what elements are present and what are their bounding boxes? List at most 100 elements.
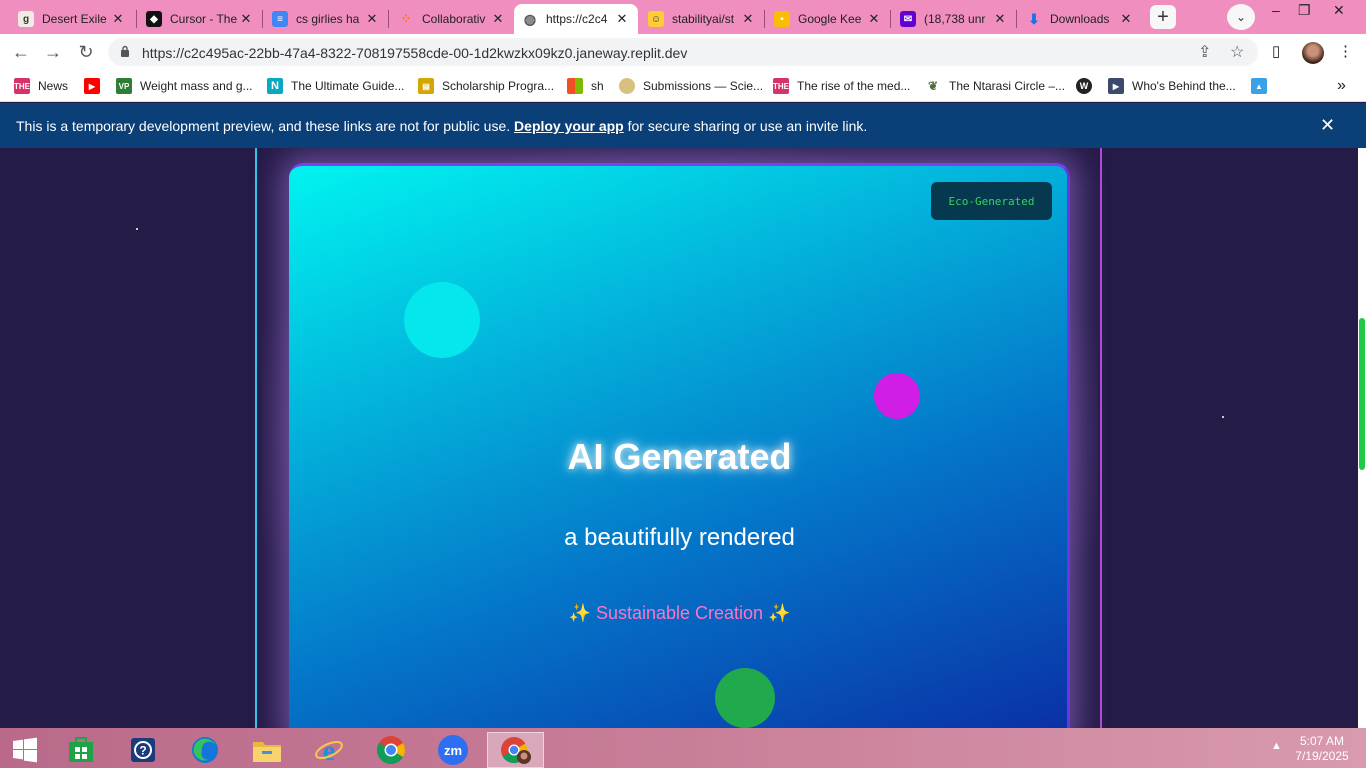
close-tab-icon[interactable]: ✕ bbox=[238, 11, 254, 27]
menu-dots-icon[interactable]: ⋮ bbox=[1338, 42, 1353, 60]
zoom-icon: zm bbox=[438, 735, 468, 765]
banner-message: This is a temporary development preview,… bbox=[16, 118, 511, 134]
bookmark-whos-behind[interactable]: ▶ Who's Behind the... bbox=[1108, 76, 1236, 96]
bookmark-news[interactable]: THE News bbox=[14, 76, 68, 96]
close-window-button[interactable]: ✕ bbox=[1333, 2, 1345, 19]
svg-text:?: ? bbox=[139, 744, 146, 758]
close-tab-icon[interactable]: ✕ bbox=[614, 11, 630, 27]
chrome-profile-button[interactable] bbox=[487, 732, 544, 768]
forward-button[interactable]: → bbox=[40, 40, 66, 64]
bookmark-label: Who's Behind the... bbox=[1132, 79, 1236, 93]
store-icon bbox=[69, 737, 93, 762]
bookmark-star-icon[interactable]: ☆ bbox=[1230, 42, 1244, 62]
close-tab-icon[interactable]: ✕ bbox=[1118, 11, 1134, 27]
close-banner-icon[interactable]: ✕ bbox=[1320, 115, 1335, 136]
tab-search-button[interactable]: ⌄ bbox=[1227, 4, 1255, 30]
bookmark-youtube[interactable]: ▶ bbox=[84, 76, 108, 96]
tab-replit-active[interactable]: ◍ https://c2c4 ✕ bbox=[514, 4, 638, 34]
bookmark-weight-mass[interactable]: VP Weight mass and g... bbox=[116, 76, 253, 96]
ai-generated-card: Eco-Generated AI Generated a beautifully… bbox=[289, 163, 1070, 728]
landscape-icon: ▲ bbox=[1251, 78, 1267, 94]
share-icon[interactable]: ⇪ bbox=[1198, 42, 1211, 62]
clock-time: 5:07 AM bbox=[1299, 734, 1345, 748]
back-button[interactable]: ← bbox=[8, 40, 34, 64]
bookmark-label: Submissions — Scie... bbox=[643, 79, 764, 93]
floating-circle-green bbox=[715, 668, 775, 728]
bookmark-wordpress[interactable]: W bbox=[1076, 76, 1100, 96]
show-hidden-icons-button[interactable]: ▲ bbox=[1271, 740, 1282, 752]
tab-title: stabilityai/st bbox=[672, 12, 735, 26]
tab-title: cs girlies ha bbox=[296, 12, 360, 26]
bookmark-ultimate-guide[interactable]: N The Ultimate Guide... bbox=[267, 76, 404, 96]
taskbar-clock[interactable]: 5:07 AM 7/19/2025 bbox=[1292, 734, 1352, 764]
submissions-icon bbox=[619, 78, 635, 94]
frame-border-right bbox=[1100, 148, 1102, 728]
zoom-button[interactable]: zm bbox=[430, 732, 476, 768]
tab-title: Cursor - The bbox=[170, 12, 238, 26]
tab-title: Google Kee bbox=[798, 12, 862, 26]
close-tab-icon[interactable]: ✕ bbox=[490, 11, 506, 27]
reload-button[interactable]: ↻ bbox=[73, 40, 99, 64]
windows-taskbar: ? e zm ▲ 5:07 AM 7/19/2025 bbox=[0, 728, 1366, 768]
tab-downloads[interactable]: ⬇ Downloads ✕ bbox=[1018, 4, 1142, 34]
address-bar[interactable]: https://c2c495ac-22bb-47a4-8322-70819755… bbox=[108, 38, 1258, 66]
close-tab-icon[interactable]: ✕ bbox=[110, 11, 126, 27]
deploy-app-link[interactable]: Deploy your app bbox=[514, 118, 624, 134]
bookmark-ntarasi[interactable]: ❦ The Ntarasi Circle –... bbox=[925, 76, 1065, 96]
sparkle-icon: ✨ bbox=[768, 603, 791, 623]
more-bookmarks-button[interactable]: » bbox=[1337, 76, 1346, 96]
close-tab-icon[interactable]: ✕ bbox=[992, 11, 1008, 27]
ntarasi-icon: ❦ bbox=[927, 79, 939, 93]
dev-preview-banner: This is a temporary development preview,… bbox=[0, 103, 1366, 148]
page-scrollbar[interactable] bbox=[1358, 148, 1366, 728]
chrome-icon bbox=[377, 736, 405, 764]
bookmark-rise-of-med[interactable]: THE The rise of the med... bbox=[773, 76, 910, 96]
bookmark-submissions[interactable]: Submissions — Scie... bbox=[619, 76, 763, 96]
help-button[interactable]: ? bbox=[120, 732, 166, 768]
windows-start-icon bbox=[13, 737, 37, 763]
goodreads-icon: g bbox=[18, 11, 34, 27]
tab-strip: g Desert Exile ✕ ◆ Cursor - The ✕ ≡ cs g… bbox=[0, 0, 1366, 34]
tab-desert-exile[interactable]: g Desert Exile ✕ bbox=[10, 4, 134, 34]
vp-icon: VP bbox=[116, 78, 132, 94]
tab-collaborative[interactable]: ⁘ Collaborativ ✕ bbox=[390, 4, 514, 34]
bookmark-landscape[interactable]: ▲ bbox=[1251, 76, 1275, 96]
huggingface-icon: ☺ bbox=[648, 11, 664, 27]
subheadline: a beautifully rendered bbox=[564, 524, 795, 551]
new-tab-button[interactable]: + bbox=[1150, 5, 1176, 29]
tab-cs-girlies[interactable]: ≡ cs girlies ha ✕ bbox=[264, 4, 388, 34]
reload-icon: ↻ bbox=[78, 41, 94, 62]
n-icon: N bbox=[267, 78, 283, 94]
chrome-button[interactable] bbox=[368, 732, 414, 768]
file-explorer-icon bbox=[253, 742, 281, 762]
keep-icon: ▪ bbox=[774, 11, 790, 27]
tab-stabilityai[interactable]: ☺ stabilityai/st ✕ bbox=[640, 4, 764, 34]
cursor-icon: ◆ bbox=[146, 11, 162, 27]
bookmark-sh[interactable]: sh bbox=[567, 76, 604, 96]
floating-circle-cyan bbox=[404, 282, 480, 358]
close-tab-icon[interactable]: ✕ bbox=[866, 11, 882, 27]
close-tab-icon[interactable]: ✕ bbox=[364, 11, 380, 27]
edge-button[interactable] bbox=[182, 732, 228, 768]
file-explorer-button[interactable] bbox=[244, 732, 290, 768]
close-tab-icon[interactable]: ✕ bbox=[740, 11, 756, 27]
minimize-button[interactable]: – bbox=[1272, 2, 1280, 18]
tab-google-keep[interactable]: ▪ Google Kee ✕ bbox=[766, 4, 890, 34]
internet-explorer-button[interactable]: e bbox=[306, 732, 352, 768]
tab-cursor[interactable]: ◆ Cursor - The ✕ bbox=[138, 4, 262, 34]
profile-avatar[interactable] bbox=[1302, 42, 1324, 64]
store-button[interactable] bbox=[58, 732, 104, 768]
mail-icon: ✉ bbox=[900, 11, 916, 27]
tag-icon: ▶ bbox=[1108, 78, 1124, 94]
star bbox=[136, 228, 138, 230]
bookmark-scholarship[interactable]: ▤ Scholarship Progra... bbox=[418, 76, 554, 96]
side-panel-icon[interactable]: ▯ bbox=[1272, 42, 1280, 60]
wordpress-icon: W bbox=[1076, 78, 1092, 94]
tab-title: (18,738 unr bbox=[924, 12, 986, 26]
download-icon: ⬇ bbox=[1028, 10, 1040, 27]
restore-button[interactable]: ❐ bbox=[1298, 2, 1311, 19]
windows-start-button[interactable] bbox=[2, 732, 48, 768]
scrollbar-thumb[interactable] bbox=[1359, 318, 1365, 470]
youtube-icon: ▶ bbox=[84, 78, 100, 94]
tab-mail[interactable]: ✉ (18,738 unr ✕ bbox=[892, 4, 1016, 34]
